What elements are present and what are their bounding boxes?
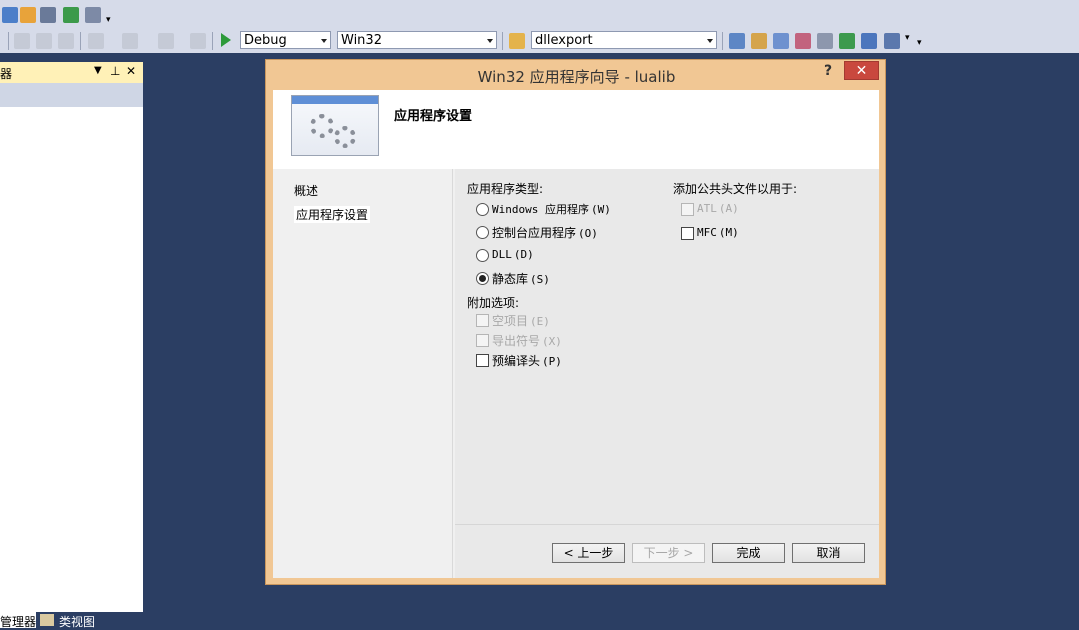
next-button[interactable]: 下一步 > [632, 543, 705, 563]
app-type-heading: 应用程序类型: [467, 182, 544, 196]
tab-solution-explorer-label: 管理器 [0, 615, 37, 629]
config-combo[interactable]: Debug [240, 31, 331, 49]
radio-console-app-label: 控制台应用程序 (O) [492, 226, 598, 240]
find-in-files-icon[interactable] [729, 33, 745, 49]
panel-toolbar [0, 83, 143, 107]
navigate-forward-icon[interactable] [20, 7, 36, 23]
wizard-page-title: 应用程序设置 [394, 109, 473, 124]
navigate-back-icon[interactable] [2, 7, 18, 23]
start-page-icon[interactable] [839, 33, 855, 49]
solution-explorer-icon[interactable] [751, 33, 767, 49]
navigate-icon[interactable] [158, 33, 174, 49]
toolbar-overflow-icon[interactable]: ▾ [917, 38, 922, 48]
dialog-title: Win32 应用程序向导 - lualib [477, 68, 676, 86]
redo-icon[interactable] [122, 33, 138, 49]
cut-icon[interactable] [14, 33, 30, 49]
footer-divider [455, 524, 879, 525]
help-button[interactable]: ? [818, 63, 838, 81]
class-view-icon [40, 614, 54, 626]
previous-button[interactable]: < 上一步 [552, 543, 625, 563]
window-icon[interactable] [85, 7, 101, 23]
radio-dll-label: DLL (D) [492, 248, 534, 261]
tab-solution-explorer[interactable]: 管理器 [0, 612, 37, 629]
platform-combo-value: Win32 [341, 33, 382, 48]
solution-explorer-panel: 器 ▼ ⊥ ✕ [0, 62, 143, 612]
radio-static-lib[interactable] [476, 272, 489, 285]
panel-header: 器 ▼ ⊥ ✕ [0, 62, 143, 83]
radio-windows-app[interactable] [476, 203, 489, 216]
radio-windows-app-label: Windows 应用程序 (W) [492, 203, 611, 216]
pin-icon[interactable]: ⊥ [110, 64, 120, 78]
find-combo-value: dllexport [535, 33, 593, 48]
tab-class-view[interactable]: 类视图 [38, 612, 108, 629]
checkbox-precompiled-header[interactable] [476, 354, 489, 367]
bottom-tab-strip: 管理器 类视图 [0, 612, 1079, 629]
dialog-body: 应用程序设置 概述 应用程序设置 应用程序类型: Windows 应用程序 (W)… [273, 90, 879, 578]
chevron-down-icon [707, 39, 713, 43]
win32-wizard-dialog: Win32 应用程序向导 - lualib ? ✕ 应用程序设置 概述 应用程序… [265, 59, 886, 585]
spellcheck-icon[interactable] [63, 7, 79, 23]
checkbox-atl-label: ATL (A) [697, 202, 739, 215]
checkbox-atl[interactable] [681, 203, 694, 216]
toolbox-icon[interactable] [817, 33, 833, 49]
properties-icon[interactable] [773, 33, 789, 49]
wizard-gears-icon [291, 95, 379, 156]
copy-icon[interactable] [36, 33, 52, 49]
platform-combo[interactable]: Win32 [337, 31, 497, 49]
cancel-button[interactable]: 取消 [792, 543, 865, 563]
checkbox-mfc[interactable] [681, 227, 694, 240]
chevron-down-icon [487, 39, 493, 43]
checkbox-mfc-label: MFC (M) [697, 226, 739, 239]
toolbar-overflow-icon[interactable]: ▾ [106, 15, 111, 25]
object-browser-icon[interactable] [795, 33, 811, 49]
config-combo-value: Debug [244, 33, 287, 48]
bookmark-icon[interactable] [40, 7, 56, 23]
checkbox-precompiled-header-label: 预编译头 (P) [492, 354, 562, 368]
toolbar-standard: Debug Win32 dllexport ▾ ▾ [0, 30, 1079, 53]
radio-static-lib-label: 静态库 (S) [492, 272, 550, 286]
wizard-main: 应用程序类型: Windows 应用程序 (W) 控制台应用程序 (O) DLL (D… [455, 169, 879, 578]
nav-item-overview[interactable]: 概述 [294, 182, 318, 199]
dialog-close-button[interactable]: ✕ [844, 61, 879, 80]
panel-close-icon[interactable]: ✕ [126, 64, 136, 78]
panel-menu-icon[interactable]: ▼ [94, 65, 102, 76]
radio-dll[interactable] [476, 249, 489, 262]
start-debug-icon[interactable] [221, 33, 231, 47]
common-headers-heading: 添加公共头文件以用于: [673, 182, 798, 196]
wizard-header: 应用程序设置 [273, 90, 879, 169]
command-window-icon[interactable] [884, 33, 900, 49]
dropdown-icon[interactable]: ▾ [905, 33, 910, 43]
checkbox-empty-project[interactable] [476, 314, 489, 327]
undo-icon[interactable] [88, 33, 104, 49]
extension-manager-icon[interactable] [861, 33, 877, 49]
checkbox-export-symbols[interactable] [476, 334, 489, 347]
checkbox-export-symbols-label: 导出符号 (X) [492, 334, 562, 348]
checkbox-empty-project-label: 空项目 (E) [492, 314, 550, 328]
panel-title: 器 [0, 67, 13, 81]
extra-options-heading: 附加选项: [467, 296, 520, 310]
finish-button[interactable]: 完成 [712, 543, 785, 563]
find-combo[interactable]: dllexport [531, 31, 717, 49]
wizard-nav: 概述 应用程序设置 [273, 169, 453, 578]
paste-icon[interactable] [58, 33, 74, 49]
radio-console-app[interactable] [476, 226, 489, 239]
open-folder-icon[interactable] [509, 33, 525, 49]
chevron-down-icon [321, 39, 327, 43]
tab-class-view-label: 类视图 [59, 615, 96, 629]
toolbar-top: ▾ [0, 0, 1079, 31]
navigate-forward-gray-icon[interactable] [190, 33, 206, 49]
nav-item-app-settings[interactable]: 应用程序设置 [294, 206, 371, 223]
